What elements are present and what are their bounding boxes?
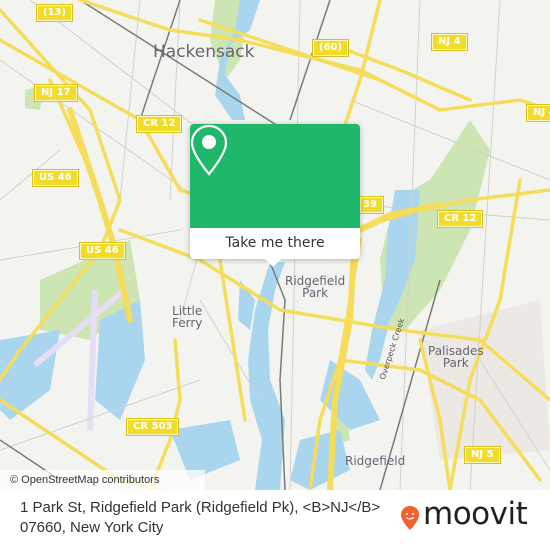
road-shield: CR 12 bbox=[135, 115, 183, 133]
moovit-wordmark: moovit bbox=[423, 496, 528, 532]
road-shield: NJ 4 bbox=[526, 104, 550, 122]
footer: 1 Park St, Ridgefield Park (Ridgefield P… bbox=[0, 490, 550, 550]
hackensack-river bbox=[248, 262, 285, 490]
road-shield: US 46 bbox=[79, 242, 126, 260]
road-shield: CR 503 bbox=[125, 418, 180, 436]
road-shield: (13) bbox=[35, 4, 74, 22]
map[interactable]: Hackensack Little Ferry Ridgefield Park … bbox=[0, 0, 550, 490]
popup-pointer bbox=[264, 258, 282, 267]
moovit-pin-icon bbox=[401, 506, 419, 530]
popup-header bbox=[190, 124, 360, 228]
address-text: 1 Park St, Ridgefield Park (Ridgefield P… bbox=[20, 499, 381, 536]
road-shield: US 46 bbox=[32, 169, 79, 187]
road-shield: 39 bbox=[359, 196, 384, 214]
place-label-hackensack: Hackensack bbox=[153, 42, 255, 62]
road-shield: NJ 17 bbox=[34, 84, 78, 102]
map-pin-icon bbox=[190, 124, 228, 176]
road-shield: (60) bbox=[311, 39, 350, 57]
place-label-palisades-park: Palisades Park bbox=[428, 344, 484, 370]
road-shield: NJ 4 bbox=[431, 33, 468, 51]
place-label-ridgefield: Ridgefield bbox=[345, 454, 406, 468]
take-me-there-button[interactable]: Take me there bbox=[190, 228, 360, 259]
road-shield: CR 12 bbox=[436, 210, 484, 228]
water-body bbox=[290, 430, 350, 490]
map-attribution[interactable]: © OpenStreetMap contributors bbox=[0, 470, 205, 490]
place-label-little-ferry: Little Ferry bbox=[172, 304, 203, 330]
location-popup: Take me there bbox=[190, 124, 360, 267]
place-label-ridgefield-park: Ridgefield Park bbox=[285, 274, 346, 300]
road-shield: NJ 5 bbox=[464, 446, 501, 464]
